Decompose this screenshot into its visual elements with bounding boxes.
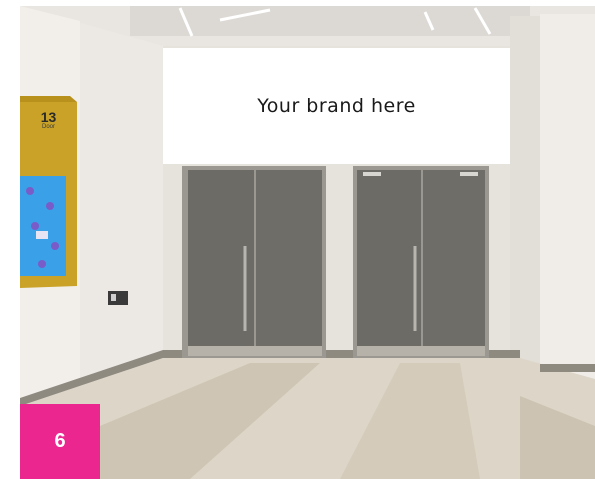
brand-banner: Your brand here — [163, 48, 510, 164]
slide-number-badge: 6 — [20, 404, 100, 479]
wall-sign-number: 13 Door — [20, 110, 77, 130]
wall-sign-sublabel: Door — [41, 124, 55, 130]
venue-photo-frame: 13 Door Your brand here 6 — [20, 6, 595, 479]
brand-banner-text: Your brand here — [257, 95, 416, 117]
wall-sign-digits: 13 — [40, 109, 57, 125]
slide-number: 6 — [54, 430, 66, 452]
